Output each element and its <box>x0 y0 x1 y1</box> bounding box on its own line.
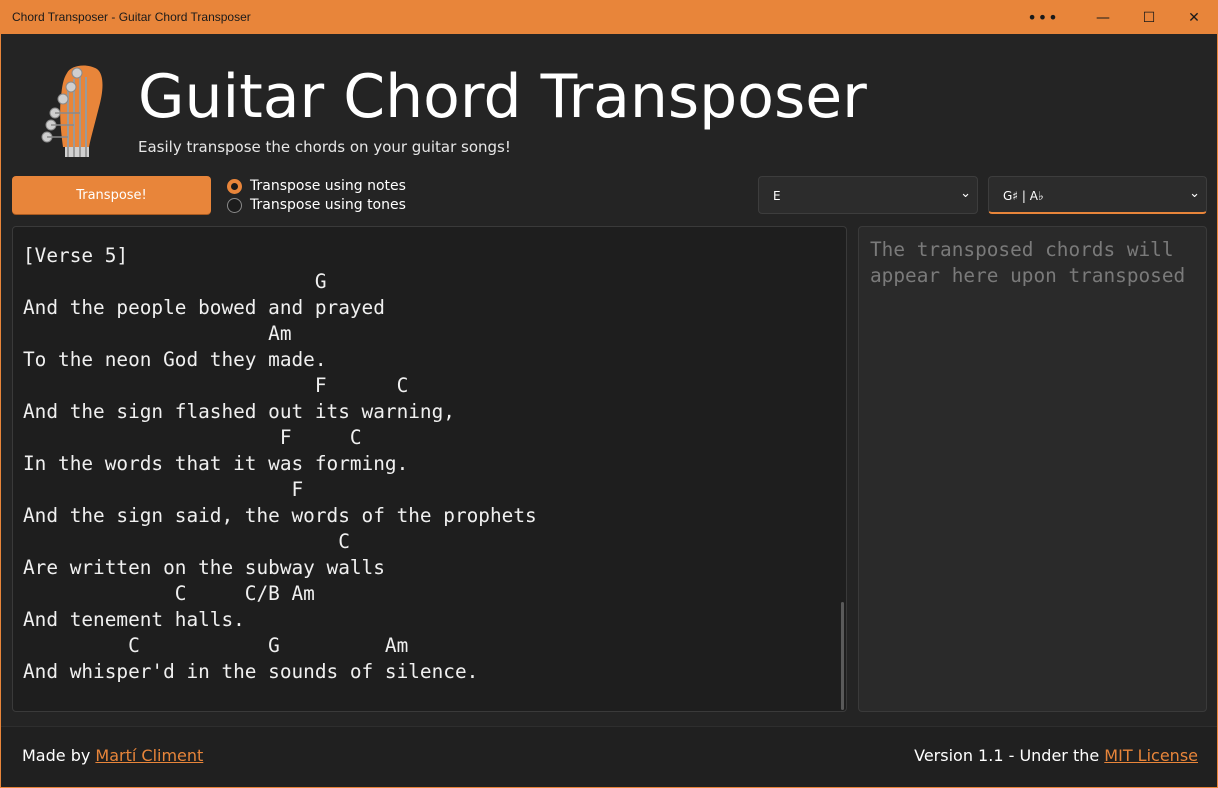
from-key-value: E <box>773 189 781 203</box>
more-options-icon[interactable]: ••• <box>1020 1 1066 34</box>
radio-selected-indicator[interactable] <box>227 178 242 194</box>
made-by-label: Made by <box>22 746 96 765</box>
author-link[interactable]: Martí Climent <box>95 746 203 765</box>
chevron-down-icon: ⌄ <box>1189 186 1200 201</box>
chords-input-text[interactable]: [Verse 5] G And the people bowed and pra… <box>23 243 537 685</box>
license-link[interactable]: MIT License <box>1104 746 1198 765</box>
title-bar[interactable]: Chord Transposer - Guitar Chord Transpos… <box>1 1 1217 34</box>
chevron-down-icon: ⌄ <box>960 186 971 201</box>
radio-notes-label: Transpose using notes <box>250 178 406 194</box>
to-key-select[interactable]: G♯ | A♭ ⌄ <box>988 176 1207 214</box>
transpose-button[interactable]: Transpose! <box>12 176 211 214</box>
radio-transpose-notes[interactable]: Transpose using notes <box>227 178 406 194</box>
input-scrollbar[interactable] <box>841 602 844 710</box>
app-title: Guitar Chord Transposer <box>138 62 867 132</box>
chords-input-textarea[interactable]: [Verse 5] G And the people bowed and pra… <box>12 226 847 712</box>
maximize-icon[interactable]: ☐ <box>1126 1 1172 34</box>
app-window: Chord Transposer - Guitar Chord Transpos… <box>0 0 1218 788</box>
version-label: Version 1.1 - Under the <box>914 746 1105 765</box>
radio-transpose-tones[interactable]: Transpose using tones <box>227 197 406 213</box>
from-key-select[interactable]: E ⌄ <box>758 176 978 214</box>
radio-tones-label: Transpose using tones <box>250 197 406 213</box>
window-title: Chord Transposer - Guitar Chord Transpos… <box>12 10 251 24</box>
footer-version: Version 1.1 - Under the MIT License <box>914 746 1198 765</box>
chords-output-textarea[interactable]: The transposed chords will appear here u… <box>858 226 1207 712</box>
output-placeholder: The transposed chords will appear here u… <box>870 238 1186 287</box>
guitar-headstock-icon <box>41 65 103 157</box>
footer-credits: Made by Martí Climent <box>22 746 203 765</box>
minimize-icon[interactable]: — <box>1080 1 1126 34</box>
footer: Made by Martí Climent Version 1.1 - Unde… <box>1 726 1217 787</box>
close-icon[interactable]: ✕ <box>1171 1 1217 34</box>
app-subtitle: Easily transpose the chords on your guit… <box>138 138 511 156</box>
to-key-value: G♯ | A♭ <box>1003 189 1044 203</box>
radio-unselected-indicator[interactable] <box>227 197 242 213</box>
